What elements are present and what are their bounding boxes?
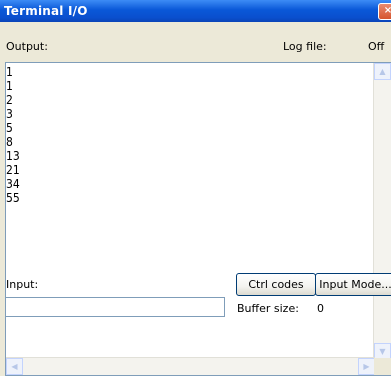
scroll-up-button[interactable]: ▲: [374, 63, 391, 80]
output-line: 55: [6, 191, 20, 205]
window-title: Terminal I/O: [4, 4, 88, 18]
output-lines: 1 1 2 3 5 8 13 21 34 55: [6, 65, 20, 205]
output-line: 21: [6, 163, 20, 177]
log-file-label: Log file:: [283, 40, 327, 53]
output-line: 1: [6, 65, 13, 79]
output-label: Output:: [6, 40, 48, 53]
horizontal-scrollbar[interactable]: ◀ ▶: [6, 357, 375, 375]
scroll-right-button[interactable]: ▶: [358, 358, 375, 375]
output-line: 3: [6, 107, 13, 121]
vertical-scrollbar[interactable]: ▲ ▼: [373, 63, 391, 360]
scroll-left-button[interactable]: ◀: [6, 358, 23, 375]
input-field[interactable]: [5, 297, 225, 317]
output-line: 5: [6, 121, 13, 135]
arrow-right-icon: ▶: [363, 362, 370, 371]
output-line: 1: [6, 79, 13, 93]
input-mode-button[interactable]: Input Mode...: [315, 273, 391, 296]
buffer-size-value: 0: [317, 302, 324, 315]
output-line: 8: [6, 135, 13, 149]
buffer-size-label: Buffer size:: [237, 302, 299, 315]
input-label: Input:: [6, 278, 39, 291]
output-line: 13: [6, 149, 20, 163]
ctrl-codes-button[interactable]: Ctrl codes: [236, 273, 316, 296]
close-icon: ×: [383, 5, 391, 16]
scrollbar-corner: [374, 358, 391, 375]
output-area[interactable]: 1 1 2 3 5 8 13 21 34 55 ▲ ▼ ◀ ▶: [5, 62, 391, 376]
output-line: 2: [6, 93, 13, 107]
output-line: 34: [6, 177, 20, 191]
close-button[interactable]: ×: [378, 3, 391, 20]
arrow-up-icon: ▲: [379, 67, 386, 76]
title-bar: Terminal I/O ×: [0, 0, 391, 22]
arrow-left-icon: ◀: [11, 362, 18, 371]
log-file-value: Off: [368, 40, 385, 53]
